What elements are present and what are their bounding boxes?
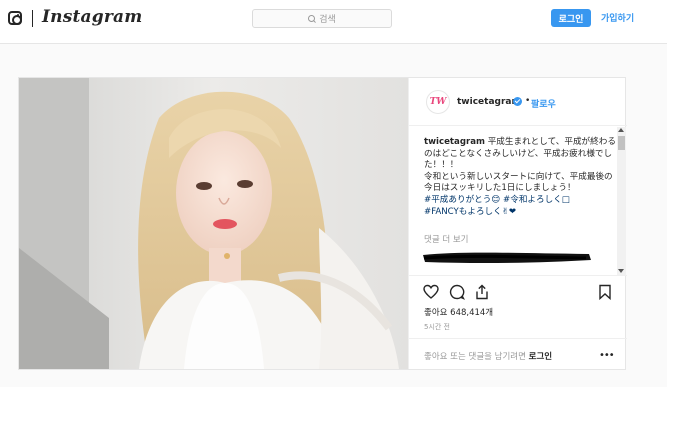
profile-avatar[interactable]: TW [426,90,450,114]
post-photo[interactable] [19,78,408,369]
login-button[interactable]: 로그인 [551,9,591,27]
caption-line-2: 令和という新しいスタートに向けて、平成最後の今日はスッキリした1日にしましょう！ [424,171,613,194]
search-icon [308,14,316,23]
selfie-photo-illustration [19,78,408,369]
comment-login-link[interactable]: 로그인 [529,352,552,362]
post-side-panel: TW twicetagram • 팔로우 twicetagram 平成生まれとし… [408,78,627,369]
top-navigation-bar: Instagram 검색 로그인 가입하기 [0,0,699,44]
follow-button[interactable]: 팔로우 [531,97,556,110]
redacted-comment-scribble [423,252,591,264]
instagram-wordmark[interactable]: Instagram [42,7,142,27]
avatar-logo-text: TW [429,97,447,107]
header-username[interactable]: twicetagram [457,97,521,107]
post-timestamp: 5시간 전 [424,323,450,331]
more-options-icon[interactable]: ••• [599,350,615,361]
logo-divider [32,10,33,27]
header-separator: • [525,96,531,106]
heart-icon[interactable] [423,284,439,300]
post-header: TW twicetagram • 팔로우 [409,78,627,126]
signup-link[interactable]: 가입하기 [601,11,634,24]
comment-icon[interactable] [449,284,465,300]
share-icon[interactable] [474,284,490,300]
caption-author[interactable]: twicetagram [424,137,485,147]
post-caption: twicetagram 平成生まれとして、平成が終わるのはどことなくさみしいけど… [424,137,616,218]
scrollbar-thumb[interactable] [618,136,625,150]
search-placeholder: 검색 [319,15,336,25]
scroll-down-arrow-icon[interactable] [618,269,624,273]
scroll-up-arrow-icon[interactable] [618,128,624,132]
comment-prompt-text: 좋아요 또는 댓글을 남기려면 [424,352,526,362]
comments-section[interactable]: twicetagram 平成生まれとして、平成が終わるのはどことなくさみしいけど… [409,127,627,275]
likes-count[interactable]: 좋아요 648,414개 [424,306,493,318]
instagram-camera-icon[interactable] [8,11,22,25]
post-action-bar [409,275,627,305]
comments-scrollbar[interactable] [617,127,626,275]
caption-hashtags-1[interactable]: #平成ありがとう😊 #令和よろしく□ [424,195,570,205]
search-input[interactable]: 검색 [252,9,392,28]
comment-login-prompt: 좋아요 또는 댓글을 남기려면 로그인 [424,350,552,362]
bookmark-icon[interactable] [597,284,613,300]
view-more-comments[interactable]: 댓글 더 보기 [424,233,469,245]
post-card: TW twicetagram • 팔로우 twicetagram 平成生まれとし… [18,77,627,370]
verified-badge-icon [513,97,522,106]
comment-login-bar: 좋아요 또는 댓글을 남기려면 로그인 ••• [409,338,627,369]
caption-hashtags-2[interactable]: #FANCYもよろしく✌❤ [424,207,516,217]
